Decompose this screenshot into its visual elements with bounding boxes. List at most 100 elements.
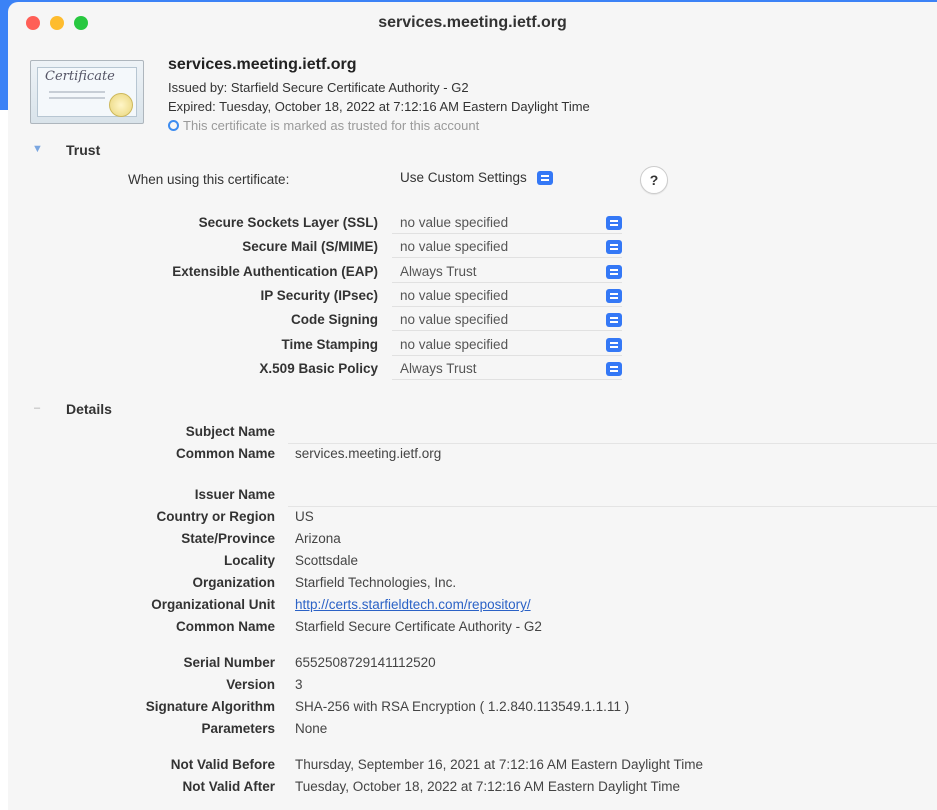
policy-label: Extensible Authentication (EAP) — [172, 264, 378, 279]
detail-row: Organization Starfield Technologies, Inc… — [8, 573, 937, 595]
policy-row-code-signing: Code Signing no value specified — [8, 308, 708, 332]
detail-row: Locality Scottsdale — [8, 551, 937, 573]
policy-select-time-stamping[interactable]: no value specified — [392, 335, 622, 356]
certificate-seal-icon — [109, 93, 133, 117]
detail-value[interactable]: Starfield Secure Certificate Authority -… — [295, 619, 542, 634]
policy-row-time-stamping: Time Stamping no value specified — [8, 333, 708, 357]
detail-label: Subject Name — [185, 424, 275, 439]
policy-value: no value specified — [400, 215, 509, 230]
detail-value[interactable]: US — [295, 509, 314, 524]
certificate-window: services.meeting.ietf.org Certificate se… — [8, 2, 937, 810]
policy-value: Always Trust — [400, 361, 477, 376]
trusted-note: This certificate is marked as trusted fo… — [168, 118, 479, 133]
policy-label: X.509 Basic Policy — [259, 361, 378, 376]
select-arrows-icon — [606, 265, 622, 279]
certificate-name: services.meeting.ietf.org — [168, 56, 357, 73]
details-section-title[interactable]: Details — [66, 401, 112, 417]
policy-value: no value specified — [400, 312, 509, 327]
detail-row: Signature Algorithm SHA-256 with RSA Enc… — [8, 697, 937, 719]
policy-label: IP Security (IPsec) — [260, 288, 378, 303]
policy-value: no value specified — [400, 288, 509, 303]
detail-row: Parameters None — [8, 719, 937, 741]
detail-value[interactable]: None — [295, 721, 327, 736]
detail-row: Organizational Unit http://certs.starfie… — [8, 595, 937, 617]
policy-value: Always Trust — [400, 264, 477, 279]
issuer-name-header: Issuer Name — [8, 485, 937, 507]
policy-select-ssl[interactable]: no value specified — [392, 213, 622, 234]
detail-value[interactable]: SHA-256 with RSA Encryption ( 1.2.840.11… — [295, 699, 629, 714]
trust-section-title[interactable]: Trust — [66, 142, 100, 158]
select-arrows-icon — [606, 216, 622, 230]
policy-select-ipsec[interactable]: no value specified — [392, 286, 622, 307]
detail-label: Serial Number — [183, 655, 275, 670]
policy-row-eap: Extensible Authentication (EAP) Always T… — [8, 260, 708, 284]
detail-label: Organizational Unit — [151, 597, 275, 612]
detail-row: Not Valid After Tuesday, October 18, 202… — [8, 777, 937, 799]
details-disclosure-triangle-icon[interactable]: – — [34, 402, 40, 414]
policy-label: Code Signing — [291, 312, 378, 327]
select-arrows-icon — [606, 362, 622, 376]
policy-row-ipsec: IP Security (IPsec) no value specified — [8, 284, 708, 308]
detail-label: Not Valid After — [182, 779, 275, 794]
info-circle-icon — [168, 120, 179, 131]
detail-label: Issuer Name — [194, 487, 275, 502]
detail-value[interactable]: 3 — [295, 677, 303, 692]
policy-value: no value specified — [400, 239, 509, 254]
detail-row: Common Name Starfield Secure Certificate… — [8, 617, 937, 639]
detail-value[interactable]: Thursday, September 16, 2021 at 7:12:16 … — [295, 757, 703, 772]
detail-label: Parameters — [201, 721, 275, 736]
policy-select-eap[interactable]: Always Trust — [392, 262, 622, 283]
help-button[interactable]: ? — [640, 166, 668, 194]
when-using-label: When using this certificate: — [128, 172, 290, 187]
organizational-unit-link[interactable]: http://certs.starfieldtech.com/repositor… — [295, 597, 531, 612]
detail-label: State/Province — [181, 531, 275, 546]
policy-select-smime[interactable]: no value specified — [392, 237, 622, 258]
detail-value[interactable]: Starfield Technologies, Inc. — [295, 575, 456, 590]
detail-label: Country or Region — [156, 509, 276, 524]
detail-label: Locality — [223, 553, 275, 568]
title-bar[interactable]: services.meeting.ietf.org — [8, 2, 937, 46]
detail-row: State/Province Arizona — [8, 529, 937, 551]
detail-label: Signature Algorithm — [145, 699, 275, 714]
select-arrows-icon — [536, 171, 553, 186]
detail-label: Version — [226, 677, 275, 692]
policy-select-x509[interactable]: Always Trust — [392, 359, 622, 380]
detail-row: Not Valid Before Thursday, September 16,… — [8, 755, 937, 777]
policy-label: Time Stamping — [281, 337, 378, 352]
policy-value: no value specified — [400, 337, 509, 352]
detail-row: Country or Region US — [8, 507, 937, 529]
detail-label: Organization — [192, 575, 275, 590]
certificate-icon-lines — [49, 91, 105, 93]
select-arrows-icon — [606, 313, 622, 327]
policy-select-code-signing[interactable]: no value specified — [392, 310, 622, 331]
trusted-note-text: This certificate is marked as trusted fo… — [183, 118, 480, 133]
detail-value[interactable]: services.meeting.ietf.org — [295, 446, 441, 461]
subject-name-header: Subject Name — [8, 422, 937, 444]
detail-value[interactable]: 6552508729141112520 — [295, 655, 436, 670]
select-arrows-icon — [606, 240, 622, 254]
window-title: services.meeting.ietf.org — [378, 14, 567, 31]
policy-label: Secure Sockets Layer (SSL) — [198, 215, 378, 230]
detail-row: Common Name services.meeting.ietf.org — [8, 444, 937, 466]
policy-row-smime: Secure Mail (S/MIME) no value specified — [8, 235, 708, 259]
certificate-expiry: Expired: Tuesday, October 18, 2022 at 7:… — [168, 99, 590, 114]
policy-row-x509: X.509 Basic Policy Always Trust — [8, 357, 708, 381]
when-using-value: Use Custom Settings — [400, 170, 527, 185]
detail-label: Common Name — [175, 619, 275, 634]
when-using-select[interactable]: Use Custom Settings — [400, 170, 553, 186]
detail-value[interactable]: Tuesday, October 18, 2022 at 7:12:16 AM … — [295, 779, 680, 794]
detail-label: Not Valid Before — [170, 757, 275, 772]
detail-value[interactable]: Scottsdale — [295, 553, 358, 568]
detail-value[interactable]: Arizona — [295, 531, 341, 546]
trust-disclosure-triangle-icon[interactable]: ▼ — [32, 143, 43, 155]
detail-label: Common Name — [175, 446, 275, 461]
select-arrows-icon — [606, 338, 622, 352]
policy-row-ssl: Secure Sockets Layer (SSL) no value spec… — [8, 211, 708, 235]
certificate-issuer: Issued by: Starfield Secure Certificate … — [168, 80, 469, 95]
detail-row: Version 3 — [8, 675, 937, 697]
certificate-icon-text: Certificate — [45, 69, 115, 84]
certificate-icon: Certificate — [30, 60, 144, 124]
detail-row: Serial Number 6552508729141112520 — [8, 653, 937, 675]
select-arrows-icon — [606, 289, 622, 303]
policy-label: Secure Mail (S/MIME) — [242, 239, 378, 254]
